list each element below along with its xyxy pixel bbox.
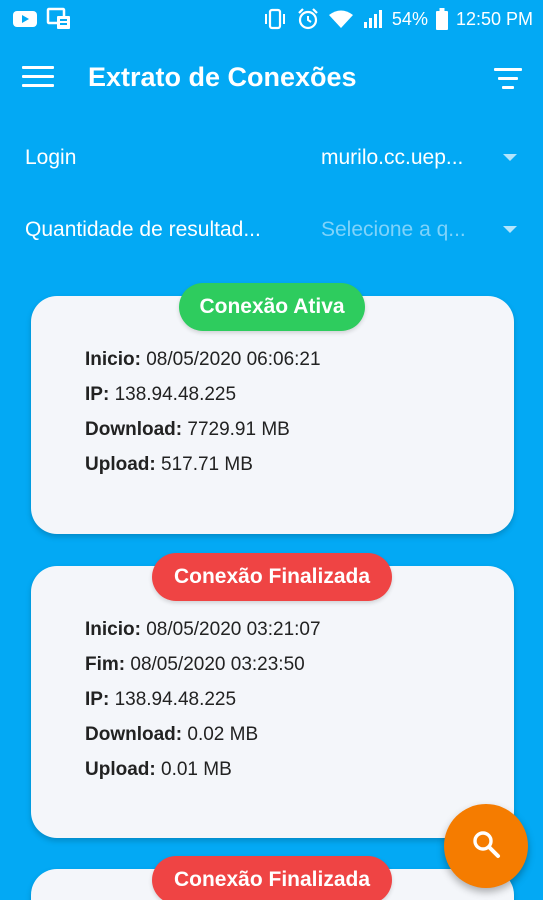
- quantity-placeholder: Selecione a q...: [321, 218, 466, 241]
- filter-icon[interactable]: [493, 68, 523, 92]
- clock: 12:50 PM: [455, 8, 533, 29]
- battery-percent: 54%: [391, 8, 428, 29]
- status-left: [12, 7, 72, 31]
- app-bar: Extrato de Conexões: [0, 50, 543, 108]
- page-title: Extrato de Conexões: [88, 62, 357, 92]
- download-line: Download: 7729.91 MB: [85, 416, 321, 451]
- start-label: Inicio:: [85, 349, 141, 370]
- start-line: Inicio: 08/05/2020 06:06:21: [85, 346, 321, 381]
- login-select[interactable]: murilo.cc.uep...: [321, 140, 517, 176]
- upload-value: 517.71 MB: [161, 454, 253, 475]
- end-line: Fim: 08/05/2020 03:23:50: [85, 651, 321, 686]
- quantity-select[interactable]: Selecione a q...: [321, 212, 517, 248]
- search-icon: [471, 829, 501, 864]
- battery-icon: [435, 8, 448, 30]
- vibrate-icon: [262, 8, 288, 30]
- connection-details: Inicio: 08/05/2020 06:06:21 IP: 138.94.4…: [85, 346, 321, 486]
- ip-value: 138.94.48.225: [114, 384, 237, 405]
- ip-line: IP: 138.94.48.225: [85, 381, 321, 416]
- chevron-down-icon: [503, 154, 517, 161]
- upload-line: Upload: 517.71 MB: [85, 451, 321, 486]
- status-badge: Conexão Finalizada: [152, 856, 392, 900]
- menu-icon[interactable]: [22, 66, 54, 92]
- end-value: 08/05/2020 03:23:50: [130, 654, 305, 675]
- ip-label: IP:: [85, 384, 110, 405]
- alarm-icon: [296, 7, 320, 31]
- quantity-label: Quantidade de resultad...: [25, 218, 261, 241]
- status-bar: 54% 12:50 PM: [0, 0, 543, 38]
- start-line: Inicio: 08/05/2020 03:21:07: [85, 616, 321, 651]
- end-label: Fim:: [85, 654, 126, 675]
- youtube-icon: [12, 9, 38, 29]
- status-right: 54% 12:50 PM: [262, 7, 533, 31]
- connection-card[interactable]: Inicio: 08/05/2020 06:06:21 IP: 138.94.4…: [31, 296, 514, 534]
- connection-card[interactable]: Inicio: 08/05/2020 03:21:07 Fim: 08/05/2…: [31, 566, 514, 838]
- signal-icon: [362, 8, 384, 30]
- login-label: Login: [25, 146, 77, 169]
- start-label: Inicio:: [85, 619, 141, 640]
- download-label: Download:: [85, 419, 183, 440]
- status-badge: Conexão Ativa: [179, 283, 365, 331]
- ip-label: IP:: [85, 689, 110, 710]
- download-value: 0.02 MB: [187, 724, 259, 745]
- ip-value: 138.94.48.225: [114, 689, 237, 710]
- start-value: 08/05/2020 06:06:21: [146, 349, 321, 370]
- download-label: Download:: [85, 724, 183, 745]
- upload-value: 0.01 MB: [161, 759, 232, 780]
- chevron-down-icon: [503, 226, 517, 233]
- search-button[interactable]: [444, 804, 528, 888]
- start-value: 08/05/2020 03:21:07: [146, 619, 321, 640]
- upload-line: Upload: 0.01 MB: [85, 756, 321, 791]
- download-value: 7729.91 MB: [187, 419, 290, 440]
- connection-details: Inicio: 08/05/2020 03:21:07 Fim: 08/05/2…: [85, 616, 321, 791]
- quantity-row: Quantidade de resultad... Selecione a q.…: [25, 210, 520, 250]
- upload-label: Upload:: [85, 454, 156, 475]
- gallery-icon: [46, 7, 72, 31]
- upload-label: Upload:: [85, 759, 156, 780]
- download-line: Download: 0.02 MB: [85, 721, 321, 756]
- status-badge: Conexão Finalizada: [152, 553, 392, 601]
- login-value: murilo.cc.uep...: [321, 146, 464, 169]
- login-row: Login murilo.cc.uep...: [25, 138, 520, 178]
- ip-line: IP: 138.94.48.225: [85, 686, 321, 721]
- wifi-icon: [328, 9, 354, 29]
